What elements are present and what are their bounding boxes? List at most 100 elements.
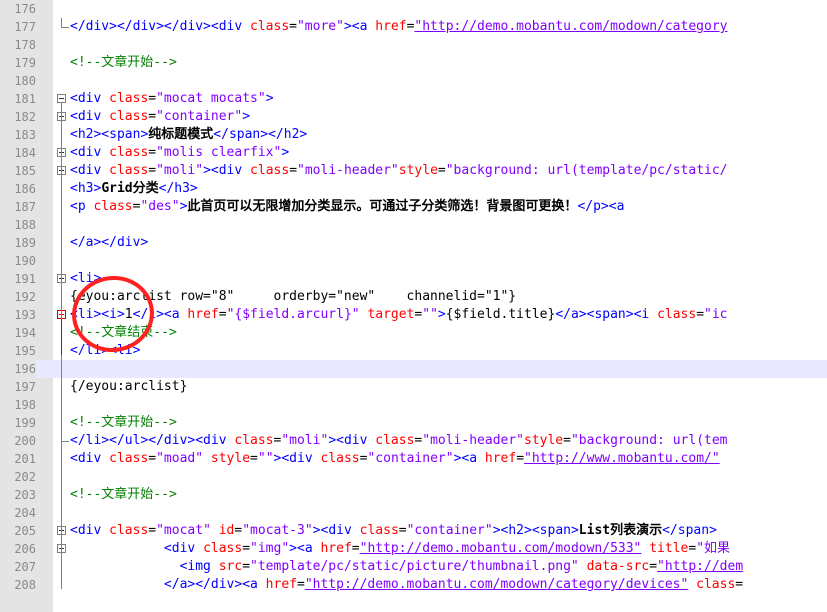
- code-line[interactable]: 179 <!--文章开始-->: [0, 54, 827, 72]
- code-token: </a><span><i: [555, 307, 658, 322]
- code-text: </li></ul></div><div class = "moli"><div c…: [70, 432, 728, 450]
- code-editor[interactable]: 176 177 </div></div></div><div class="more…: [0, 0, 827, 612]
- code-token: "more": [296, 19, 344, 34]
- line-number: 187: [14, 200, 36, 214]
- code-line[interactable]: 187 <p class="des">此首页可以无限增加分类显示。可通过子分类筛选…: [0, 198, 827, 216]
- line-number: 201: [14, 452, 36, 466]
- code-line[interactable]: 197 {/eyou:arclist}: [0, 378, 827, 396]
- code-line[interactable]: 180: [0, 72, 827, 90]
- line-number: 183: [14, 128, 36, 142]
- code-token: <h3>: [70, 181, 102, 196]
- fold-end-marker: [61, 432, 69, 442]
- code-line[interactable]: 204: [0, 504, 827, 522]
- code-token: href: [375, 19, 407, 34]
- code-line[interactable]: 190: [0, 252, 827, 270]
- code-line[interactable]: 185 <div class="moli"><div class="moli-he…: [0, 162, 827, 180]
- code-text: <img src="template/pc/static/picture/thu…: [70, 558, 744, 576]
- line-number: 205: [14, 524, 36, 538]
- code-token: class: [109, 451, 149, 466]
- code-token: href: [187, 307, 219, 322]
- code-token: <!--文章开始-->: [70, 55, 177, 70]
- code-token: <img: [179, 559, 219, 574]
- code-token: </p><a: [577, 199, 625, 214]
- code-line[interactable]: 201 <div class="moad" style=""><div class…: [0, 450, 827, 468]
- code-token: "": [257, 451, 274, 466]
- code-token: class: [109, 163, 149, 178]
- code-text: <!--文章开始-->: [70, 54, 177, 72]
- code-line[interactable]: 188: [0, 216, 827, 234]
- code-token: <!--文章开始-->: [70, 415, 177, 430]
- code-token: "moli-header": [297, 163, 399, 178]
- code-line[interactable]: 176: [0, 0, 827, 18]
- code-line[interactable]: 178: [0, 36, 827, 54]
- code-line[interactable]: 181 <div class="mocat mocats">: [0, 90, 827, 108]
- line-number: 188: [14, 218, 36, 232]
- code-token: class: [109, 523, 149, 538]
- code-token: class: [657, 307, 697, 322]
- code-token: "{$field.arcurl}": [226, 307, 360, 322]
- code-line[interactable]: 205 <div class="mocat" id="mocat-3"><div …: [0, 522, 827, 540]
- code-line[interactable]: 182 <div class="container">: [0, 108, 827, 126]
- code-token: <div: [70, 109, 110, 124]
- line-number: 203: [14, 488, 36, 502]
- code-token: List列表演示: [578, 523, 663, 538]
- code-token: =: [148, 109, 157, 124]
- line-number: 184: [14, 146, 36, 160]
- code-token: =: [218, 307, 227, 322]
- line-number: 207: [14, 560, 36, 574]
- line-number: 202: [14, 470, 36, 484]
- code-token: =: [148, 91, 157, 106]
- code-token: =: [649, 559, 658, 574]
- code-token: =: [242, 559, 251, 574]
- code-token: "template/pc/static/picture/thumbnail.pn…: [250, 559, 579, 574]
- code-token: <!--文章开始-->: [70, 487, 177, 502]
- code-token: =: [516, 451, 525, 466]
- code-token: ><div: [273, 451, 321, 466]
- line-number: 179: [14, 56, 36, 70]
- code-token: style: [210, 451, 251, 466]
- code-line[interactable]: 183 <h2><span>纯标题模式</span></h2>: [0, 126, 827, 144]
- code-line[interactable]: 203 <!--文章开始-->: [0, 486, 827, 504]
- code-token: class: [359, 523, 399, 538]
- code-token: =: [696, 307, 705, 322]
- code-line[interactable]: 207 <img src="template/pc/static/picture…: [0, 558, 827, 576]
- code-line[interactable]: 177 </div></div></div><div class="more"><…: [0, 18, 827, 36]
- code-token: ><a: [453, 451, 485, 466]
- code-token: "container": [156, 109, 243, 124]
- code-text: <div class="molis clearfix">: [70, 144, 289, 162]
- line-number: 177: [14, 20, 36, 34]
- code-token: "img": [250, 541, 290, 556]
- fold-toggle-icon[interactable]: [57, 94, 66, 103]
- code-token: </a></div>: [70, 235, 149, 250]
- code-token: =: [242, 541, 251, 556]
- code-text: <div class="img"><a href="http://demo.mo…: [70, 540, 730, 558]
- code-line[interactable]: 186 <h3>Grid分类</h3>: [0, 180, 827, 198]
- code-token: =: [148, 145, 157, 160]
- code-line[interactable]: 199 <!--文章开始-->: [0, 414, 827, 432]
- code-token: <div: [70, 91, 110, 106]
- code-token: class: [203, 541, 243, 556]
- code-line[interactable]: 206 <div class="img"><a href="http://dem…: [0, 540, 827, 558]
- line-number: 200: [14, 434, 36, 448]
- code-text: <h3>Grid分类</h3>: [70, 180, 198, 198]
- fold-guide-line: [61, 319, 62, 355]
- code-line[interactable]: 184 <div class="molis clearfix">: [0, 144, 827, 162]
- code-token: ><div: [312, 523, 360, 538]
- code-line[interactable]: 202: [0, 468, 827, 486]
- code-token: class: [375, 433, 415, 448]
- code-token: "mocat mocats": [156, 91, 266, 106]
- code-line[interactable]: 196: [0, 360, 827, 378]
- line-number: 176: [14, 2, 36, 16]
- line-number: 195: [14, 344, 36, 358]
- code-token: "container": [406, 523, 493, 538]
- code-token: "des": [140, 199, 180, 214]
- code-line[interactable]: 208 </a></div><a href="http://demo.moban…: [0, 576, 827, 594]
- line-number: 206: [14, 542, 36, 556]
- code-line[interactable]: 189 </a></div>: [0, 234, 827, 252]
- code-line[interactable]: 198: [0, 396, 827, 414]
- code-line[interactable]: 200 </li></ul></div><div class = "moli"><di…: [0, 432, 827, 450]
